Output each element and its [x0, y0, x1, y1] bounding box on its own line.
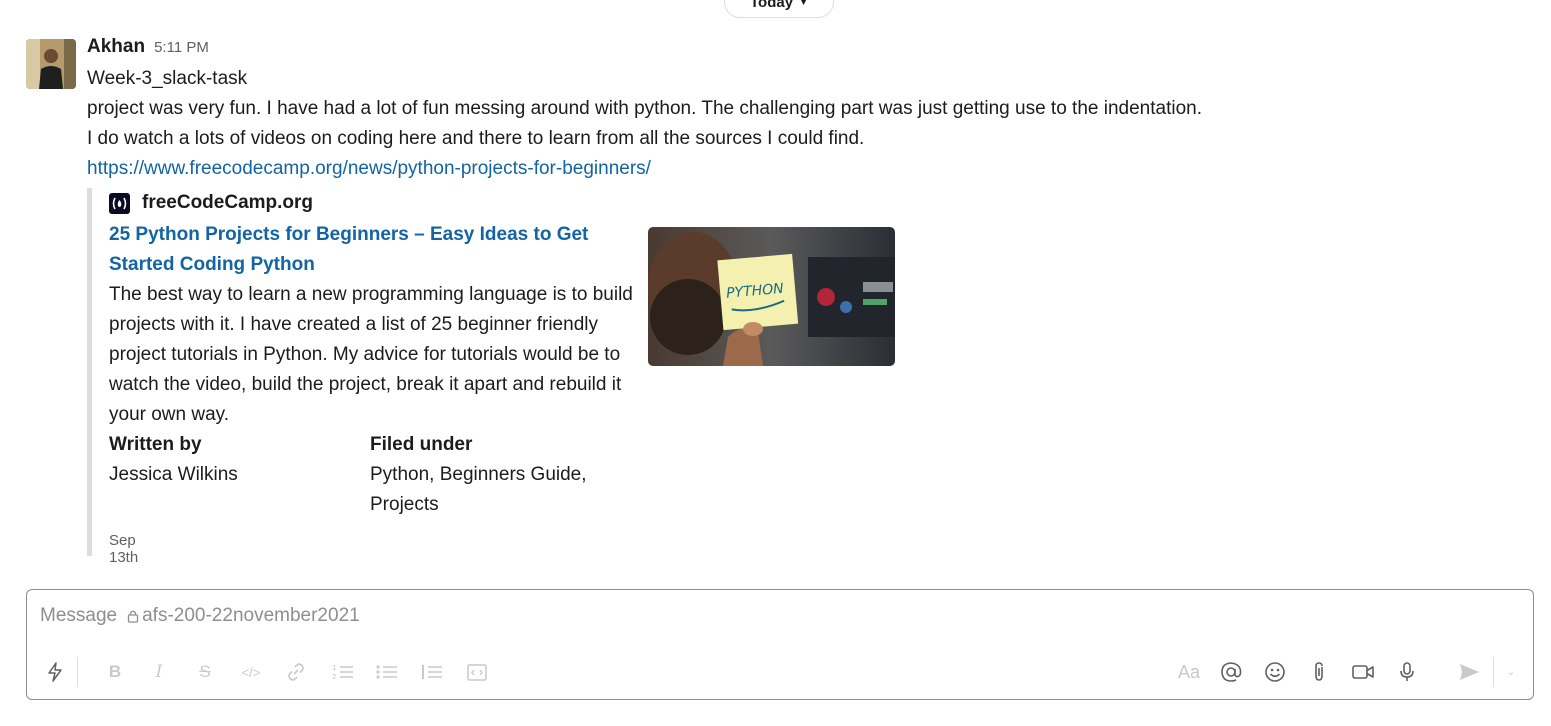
message-line: I do watch a lots of videos on coding he…: [87, 128, 865, 149]
channel-name: afs-200-22november2021: [142, 605, 360, 626]
code-icon[interactable]: </>: [239, 660, 263, 684]
date-label: Today: [750, 0, 794, 11]
send-options-chevron-icon[interactable]: ⌄: [1499, 660, 1523, 684]
code-block-icon[interactable]: [465, 660, 489, 684]
field-label: Filed under: [370, 434, 473, 455]
freecodecamp-logo-icon: [109, 192, 130, 214]
avatar[interactable]: [26, 39, 76, 89]
message-composer[interactable]: Message afs-200-22november2021 B I S </>…: [26, 589, 1534, 700]
microphone-icon[interactable]: [1395, 660, 1419, 684]
preview-thumbnail-image[interactable]: PYTHON: [648, 227, 895, 366]
message-line: Week-3_slack-task: [87, 68, 248, 89]
author-name[interactable]: Akhan: [87, 36, 145, 58]
chevron-down-icon: ▼: [799, 0, 808, 7]
placeholder-prefix: Message: [40, 605, 118, 626]
message-link[interactable]: https://www.freecodecamp.org/news/python…: [87, 158, 651, 179]
message-timestamp[interactable]: 5:11 PM: [154, 39, 209, 56]
message-input[interactable]: Message afs-200-22november2021: [40, 605, 360, 627]
format-text-button[interactable]: Aa: [1175, 660, 1203, 684]
attachment-icon[interactable]: [1307, 660, 1331, 684]
message: Akhan 5:11 PM Week-3_slack-task project …: [87, 36, 1507, 184]
date-divider-button[interactable]: Today ▼: [724, 0, 834, 18]
lock-icon: [127, 609, 139, 623]
strikethrough-icon[interactable]: S: [193, 660, 217, 684]
send-icon[interactable]: [1457, 660, 1481, 684]
field-filed-under: Filed under Python, Beginners Guide, Pro…: [370, 430, 620, 520]
blockquote-icon[interactable]: [420, 660, 444, 684]
video-icon[interactable]: [1351, 660, 1375, 684]
field-value: Jessica Wilkins: [109, 464, 238, 485]
preview-date: Sep 13th: [109, 532, 139, 566]
field-written-by: Written by Jessica Wilkins: [109, 430, 349, 490]
emoji-icon[interactable]: [1263, 660, 1287, 684]
numbered-list-icon[interactable]: 12: [331, 660, 355, 684]
preview-description: The best way to learn a new programming …: [109, 284, 633, 425]
preview-title-link[interactable]: 25 Python Projects for Beginners – Easy …: [109, 220, 629, 280]
site-name: freeCodeCamp.org: [142, 192, 314, 213]
bold-icon[interactable]: B: [103, 660, 127, 684]
svg-text:1: 1: [332, 664, 336, 672]
svg-text:2: 2: [332, 673, 336, 681]
link-icon[interactable]: [284, 660, 308, 684]
mention-icon[interactable]: [1219, 660, 1243, 684]
field-value: Python, Beginners Guide, Projects: [370, 464, 587, 515]
field-label: Written by: [109, 434, 202, 455]
message-line: project was very fun. I have had a lot o…: [87, 98, 1202, 119]
shortcuts-lightning-icon[interactable]: [43, 660, 67, 684]
composer-toolbar: B I S </> 12 Aa ⌄: [27, 652, 1533, 692]
bulleted-list-icon[interactable]: [375, 660, 399, 684]
italic-icon[interactable]: I: [147, 660, 171, 684]
